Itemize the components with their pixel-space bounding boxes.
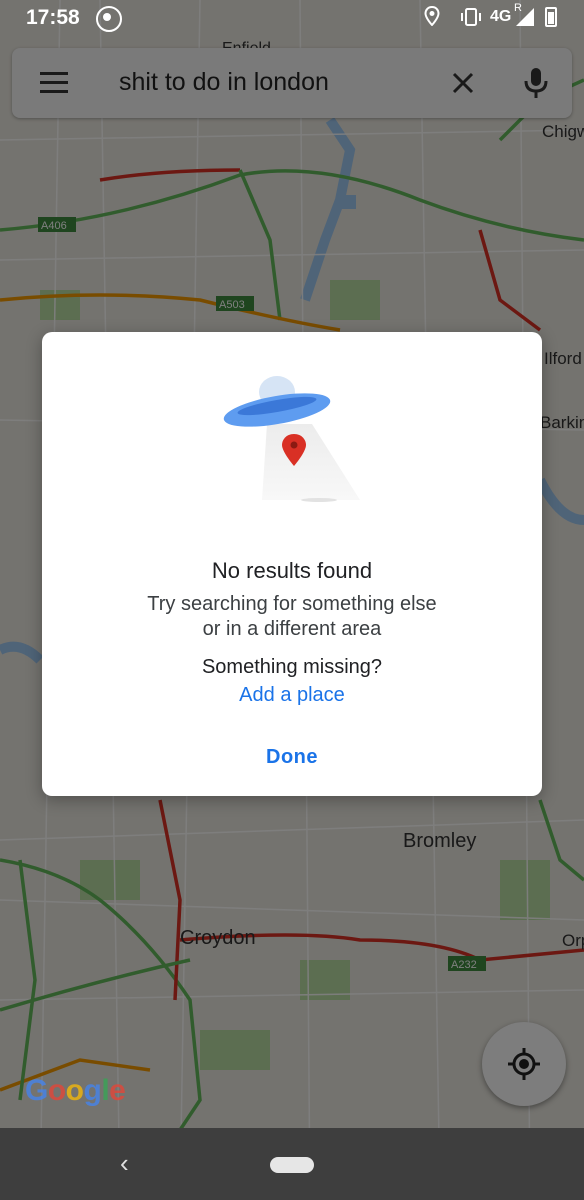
location-icon <box>424 6 440 26</box>
dialog-title: No results found <box>211 558 373 583</box>
menu-icon[interactable] <box>40 72 68 94</box>
mic-icon[interactable] <box>522 66 550 100</box>
system-nav-bar: ‹ <box>0 1128 584 1200</box>
home-pill[interactable] <box>270 1157 314 1173</box>
ufo-illustration-icon <box>223 376 360 502</box>
something-missing-label: Something missing? <box>201 656 383 678</box>
status-time: 17:58 <box>26 6 80 29</box>
my-location-button[interactable] <box>482 1022 566 1106</box>
dialog-message-line2: or in a different area <box>202 618 382 640</box>
close-icon[interactable] <box>448 68 478 98</box>
search-query[interactable]: shit to do in london <box>119 68 329 97</box>
vibrate-icon <box>461 8 481 26</box>
my-location-icon <box>508 1048 540 1080</box>
signal-icon <box>516 8 534 26</box>
back-icon[interactable]: ‹ <box>120 1148 129 1179</box>
status-bar: 17:58 4G R <box>0 0 584 36</box>
add-place-link[interactable]: Add a place <box>232 684 352 707</box>
done-button[interactable]: Done <box>242 746 342 769</box>
network-type: 4G <box>490 8 512 25</box>
dialog-message: Try searching for something else or in a… <box>42 592 542 642</box>
no-results-dialog: No results found Try searching for somet… <box>42 332 542 796</box>
whatsapp-icon <box>96 6 122 32</box>
battery-icon <box>545 7 557 27</box>
dialog-message-line1: Try searching for something else <box>147 593 437 615</box>
search-bar[interactable]: shit to do in london <box>12 48 572 118</box>
google-logo: Google <box>25 1074 126 1107</box>
